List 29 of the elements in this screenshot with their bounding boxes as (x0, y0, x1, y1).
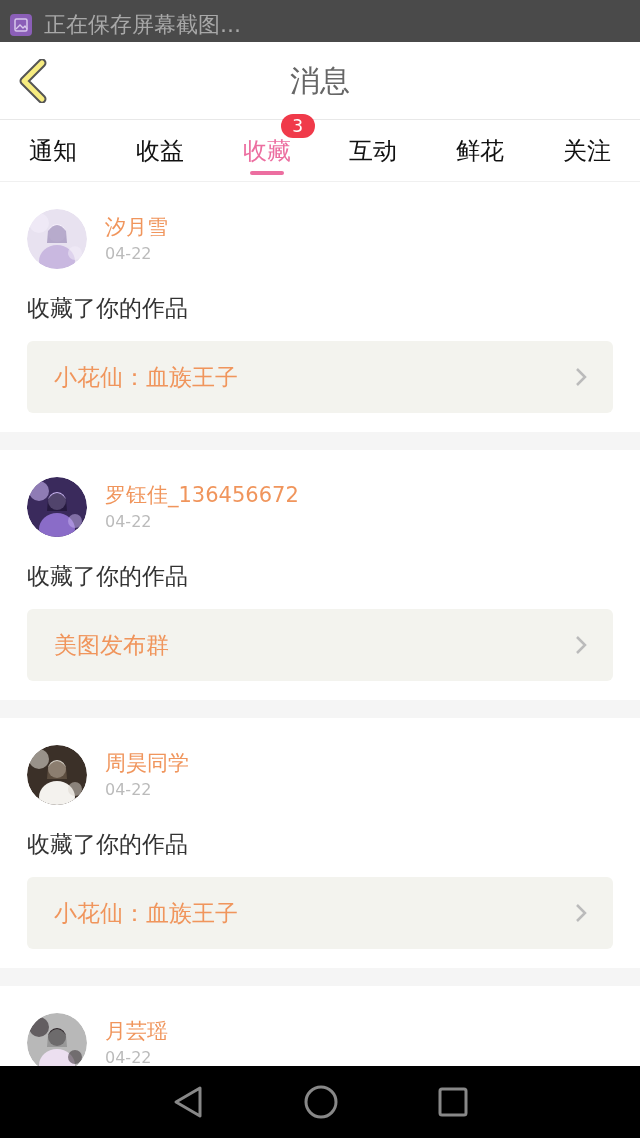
notification-text: 正在保存屏幕截图... (44, 11, 241, 39)
message-date: 04-22 (105, 1047, 153, 1066)
work-link[interactable]: 小花仙：血族王子 (27, 341, 613, 413)
message-text: 收藏了你的作品 (27, 562, 189, 591)
message-text: 收藏了你的作品 (27, 830, 189, 859)
message-date: 04-22 (105, 511, 153, 533)
tab[interactable]: 关注 (533, 120, 640, 181)
back-icon[interactable] (172, 1085, 204, 1119)
user-name[interactable]: 罗钰佳_136456672 (105, 481, 299, 509)
tab[interactable]: 鲜花 (426, 120, 534, 181)
tab[interactable]: 收益 (106, 120, 214, 181)
user-name[interactable]: 月芸瑶 (105, 1017, 168, 1045)
tab[interactable]: 互动 (320, 120, 427, 181)
user-name[interactable]: 周昊同学 (105, 749, 189, 777)
tab[interactable]: 通知 (0, 120, 107, 181)
image-icon (10, 14, 32, 36)
chevron-right-icon (575, 903, 587, 923)
work-link[interactable]: 美图发布群 (27, 609, 613, 681)
page-title: 消息 (290, 62, 350, 100)
home-icon[interactable] (304, 1085, 338, 1119)
message-date: 04-22 (105, 779, 153, 801)
work-link[interactable]: 小花仙：血族王子 (27, 877, 613, 949)
count-badge: 3 (280, 114, 315, 138)
message-date: 04-22 (105, 243, 153, 265)
chevron-right-icon (575, 635, 587, 655)
chevron-right-icon (575, 367, 587, 387)
user-name[interactable]: 汐月雪 (105, 213, 168, 241)
message-text: 收藏了你的作品 (27, 294, 189, 323)
recents-icon[interactable] (438, 1087, 468, 1117)
